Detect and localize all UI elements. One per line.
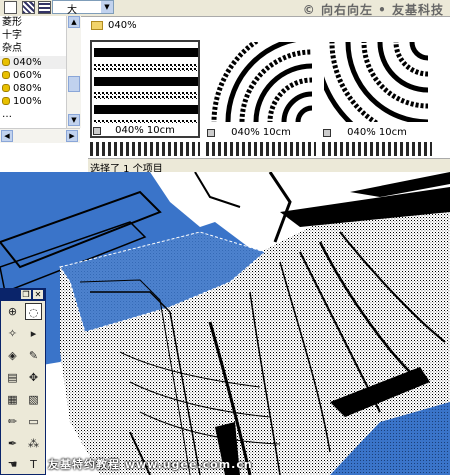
airbrush-icon[interactable]: ⁂ xyxy=(25,435,42,452)
move-icon[interactable]: ✥ xyxy=(25,369,42,386)
dot-icon xyxy=(2,57,10,66)
thumbnail-item[interactable]: 040% 10cm xyxy=(206,40,316,138)
chevron-down-icon[interactable]: ▼ xyxy=(101,1,113,13)
thumbnail-label: 040% 10cm xyxy=(115,125,175,136)
thumbnail-grid: 040% 10cm 040% 10cm 040% 10cm xyxy=(88,36,450,158)
close-icon[interactable]: ✕ xyxy=(33,290,43,299)
wand-icon[interactable]: ✧ xyxy=(4,325,21,342)
list-item-label: … xyxy=(2,109,12,120)
list-item[interactable]: 十字 xyxy=(0,29,66,42)
status-bar: 选择了 1 个项目 xyxy=(88,158,450,175)
scroll-up-icon[interactable]: ▲ xyxy=(68,16,80,28)
scroll-down-icon[interactable]: ▼ xyxy=(68,114,80,126)
list-item[interactable]: 080% xyxy=(0,82,66,95)
thumbnail-item-partial[interactable] xyxy=(322,142,432,156)
dot-icon xyxy=(2,97,10,106)
dot-icon xyxy=(2,70,10,79)
tone-pattern-concentric-arcs xyxy=(211,42,312,122)
thumbnail-label: 040% 10cm xyxy=(347,127,407,138)
list-item-label: 060% xyxy=(13,69,42,81)
scroll-left-icon[interactable]: ◀ xyxy=(1,130,13,142)
hand-icon[interactable]: ☚ xyxy=(4,456,21,473)
list-view-icon[interactable] xyxy=(38,1,51,14)
list-item-label: 100% xyxy=(13,96,42,108)
size-select[interactable]: 大 ▼ xyxy=(52,0,114,16)
list-item-label: 080% xyxy=(13,82,42,94)
list-item-label: 040% xyxy=(13,56,42,68)
watermark-top: © 向右向左 • 友基科技 xyxy=(302,3,444,17)
restore-icon[interactable]: ❐ xyxy=(21,290,31,299)
folder-path: 040% xyxy=(88,18,450,34)
list-item[interactable]: 040% xyxy=(0,55,66,69)
category-list: 菱形 十字 杂点 040% 060% 080% 100% … xyxy=(0,16,66,120)
select-arrow-icon[interactable]: ▸ xyxy=(25,325,42,342)
pencil-icon[interactable]: ✏ xyxy=(4,413,21,430)
thumbnail-item[interactable]: 040% 10cm xyxy=(90,40,200,138)
tone-pattern-concentric-arcs xyxy=(324,42,428,122)
dot-icon xyxy=(2,83,10,92)
thumbnail-item-partial[interactable] xyxy=(90,142,200,156)
manga-illustration xyxy=(0,172,450,475)
lasso-icon[interactable]: ◌ xyxy=(25,303,42,320)
fill-icon[interactable]: ◈ xyxy=(4,347,21,364)
tool-palette: ❐ ✕ ⊕ ◌ ✧ ▸ ◈ ✎ ▤ ✥ ▦ ▧ ✏ ▭ ✒ ⁂ ☚ T xyxy=(0,288,46,475)
grid-view-icon[interactable] xyxy=(22,1,35,14)
list-item[interactable]: 杂点 xyxy=(0,42,66,55)
folder-name: 040% xyxy=(108,20,137,31)
brush-icon[interactable]: ✒ xyxy=(4,435,21,452)
text-icon[interactable]: T xyxy=(25,456,42,473)
panel-icon[interactable]: ▦ xyxy=(4,391,21,408)
thumbnail-label: 040% 10cm xyxy=(231,127,291,138)
scroll-thumb[interactable] xyxy=(68,76,80,92)
watermark-bottom: 友基特约教程 www.ugee.com.cn xyxy=(48,458,253,471)
vertical-scrollbar[interactable]: ▲ ▼ xyxy=(66,16,81,128)
scroll-right-icon[interactable]: ▶ xyxy=(66,130,78,142)
list-item-label: 十字 xyxy=(2,30,22,42)
edit-icon[interactable] xyxy=(4,1,17,14)
eraser-icon[interactable]: ▭ xyxy=(25,413,42,430)
pen-icon[interactable]: ✎ xyxy=(25,347,42,364)
palette-titlebar[interactable]: ❐ ✕ xyxy=(1,289,45,301)
gradient-icon[interactable]: ▧ xyxy=(25,391,42,408)
list-item[interactable]: 100% xyxy=(0,95,66,108)
list-item-label: 杂点 xyxy=(2,43,22,55)
list-item[interactable]: 菱形 xyxy=(0,16,66,29)
horizontal-scrollbar[interactable]: ◀ ▶ xyxy=(0,128,80,143)
thumbnail-item[interactable]: 040% 10cm xyxy=(322,40,432,138)
tone-pattern-horizontal-lines xyxy=(94,48,198,124)
size-select-value: 大 xyxy=(67,5,77,16)
list-item[interactable]: … xyxy=(0,108,66,120)
list-item-label: 菱形 xyxy=(2,17,22,28)
top-toolbar: 大 ▼ © 向右向左 • 友基科技 xyxy=(0,0,450,17)
thumbnail-item-partial[interactable] xyxy=(206,142,316,156)
artwork-canvas[interactable] xyxy=(0,172,450,475)
list-item[interactable]: 060% xyxy=(0,69,66,82)
magnifier-icon[interactable]: ⊕ xyxy=(4,303,21,320)
ruler-icon[interactable]: ▤ xyxy=(4,369,21,386)
folder-icon xyxy=(91,21,103,30)
